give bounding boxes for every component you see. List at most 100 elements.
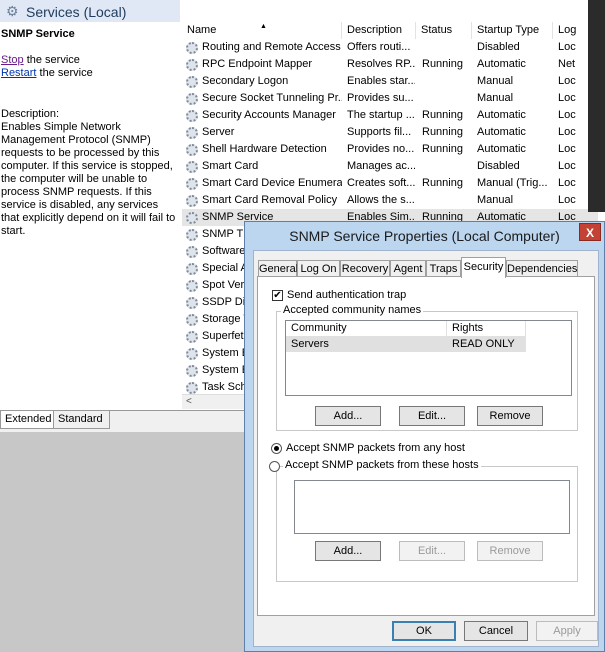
column-name[interactable]: Name ▲ [182, 22, 342, 39]
service-gear-icon [186, 365, 198, 377]
service-gear-icon [186, 161, 198, 173]
restart-line: Restart the service [1, 67, 180, 80]
community-add-button[interactable]: Add... [315, 406, 381, 426]
service-gear-icon [186, 42, 198, 54]
security-tab-panel: ✔ Send authentication trap Accepted comm… [257, 276, 595, 616]
services-gear-icon: ⚙ [6, 3, 19, 19]
stop-service-link[interactable]: Stop [1, 54, 24, 66]
service-details-pane: SNMP Service Stop the service Restart th… [0, 22, 180, 410]
service-startup-cell: Automatic [477, 109, 526, 121]
tab-general[interactable]: General [258, 260, 298, 277]
column-description[interactable]: Description [342, 22, 416, 39]
service-row[interactable]: Secure Socket Tunneling Pr... Provides su… [182, 90, 598, 107]
services-header: ⚙ Services (Local) [0, 0, 180, 22]
description-text: Enables Simple Network Management Protoc… [1, 121, 176, 237]
service-description-cell: The startup ... [347, 109, 415, 121]
community-edit-button[interactable]: Edit... [399, 406, 465, 426]
tab-standard[interactable]: Standard [54, 411, 110, 429]
community-row[interactable]: Servers READ ONLY [286, 337, 526, 352]
service-startup-cell: Automatic [477, 143, 526, 155]
horizontal-scrollbar[interactable]: < [182, 394, 244, 409]
tab-agent[interactable]: Agent [390, 260, 426, 277]
service-gear-icon [186, 314, 198, 326]
scroll-left-icon[interactable]: < [186, 396, 192, 407]
restart-suffix: the service [36, 67, 93, 79]
service-name-cell: Smart Card Device Enumera... [202, 177, 342, 189]
service-row[interactable]: Routing and Remote Access Offers routi...… [182, 39, 598, 56]
service-gear-icon [186, 93, 198, 105]
service-row[interactable]: Smart Card Removal Policy Allows the s...… [182, 192, 598, 209]
service-row[interactable]: RPC Endpoint Mapper Resolves RP... Running… [182, 56, 598, 73]
hosts-remove-button[interactable]: Remove [477, 541, 543, 561]
service-name-cell: Smart Card Removal Policy [202, 194, 338, 206]
community-group-label: Accepted community names [281, 304, 424, 316]
service-startup-cell: Manual (Trig... [477, 177, 548, 189]
services-header-title: Services (Local) [26, 4, 127, 20]
service-name-cell: Routing and Remote Access [202, 41, 341, 53]
service-gear-icon [186, 348, 198, 360]
service-startup-cell: Disabled [477, 41, 520, 53]
community-list[interactable]: Community Rights Servers READ ONLY [285, 320, 572, 396]
service-gear-icon [186, 229, 198, 241]
service-status-cell: Running [422, 126, 463, 138]
these-hosts-radio[interactable] [269, 461, 280, 472]
service-startup-cell: Manual [477, 194, 514, 206]
selected-service-name: SNMP Service [1, 28, 75, 40]
service-gear-icon [186, 110, 198, 122]
service-name-cell: Shell Hardware Detection [202, 143, 327, 155]
restart-service-link[interactable]: Restart [1, 67, 36, 79]
tab-extended[interactable]: Extended [0, 411, 54, 429]
service-startup-cell: Disabled [477, 160, 520, 172]
view-tabs: Extended Standard [0, 410, 245, 432]
send-auth-trap-checkbox[interactable]: ✔ [272, 290, 283, 301]
stop-suffix: the service [23, 54, 80, 66]
service-startup-cell: Manual [477, 92, 514, 104]
community-name: Servers [291, 338, 329, 350]
service-description-cell: Manages ac... [347, 160, 415, 172]
cancel-button[interactable]: Cancel [464, 621, 528, 641]
column-status[interactable]: Status [416, 22, 472, 39]
tab-log-on[interactable]: Log On [297, 260, 340, 277]
service-description-cell: Enables star... [347, 75, 415, 87]
apply-button[interactable]: Apply [536, 621, 598, 641]
service-name-cell: Secondary Logon [202, 75, 289, 87]
service-status-cell: Running [422, 177, 463, 189]
community-column[interactable]: Community [286, 321, 447, 337]
service-gear-icon [186, 76, 198, 88]
service-row[interactable]: Secondary Logon Enables star... Manual Loc [182, 73, 598, 90]
rights-column[interactable]: Rights [447, 321, 526, 337]
ok-button[interactable]: OK [392, 621, 456, 641]
hosts-edit-button[interactable]: Edit... [399, 541, 465, 561]
tab-traps[interactable]: Traps [426, 260, 461, 277]
tab-security[interactable]: Security [461, 257, 506, 278]
service-gear-icon [186, 212, 198, 224]
service-startup-cell: Manual [477, 75, 514, 87]
service-description-cell: Supports fil... [347, 126, 412, 138]
service-row[interactable]: Security Accounts Manager The startup ...… [182, 107, 598, 124]
service-gear-icon [186, 127, 198, 139]
service-name-cell: Smart Card [202, 160, 259, 172]
hosts-group: Accept SNMP packets from these hosts Add… [269, 459, 578, 582]
snmp-properties-dialog: SNMP Service Properties (Local Computer)… [244, 221, 605, 652]
service-name-cell: Secure Socket Tunneling Pr... [202, 92, 342, 104]
service-row[interactable]: Server Supports fil... Running Automatic Loc [182, 124, 598, 141]
service-gear-icon [186, 59, 198, 71]
window-edge [588, 0, 605, 212]
hosts-list[interactable] [294, 480, 570, 534]
community-remove-button[interactable]: Remove [477, 406, 543, 426]
close-button[interactable]: X [579, 223, 601, 241]
hosts-add-button[interactable]: Add... [315, 541, 381, 561]
any-host-label: Accept SNMP packets from any host [286, 442, 465, 454]
column-startup-type[interactable]: Startup Type [472, 22, 553, 39]
column-name-label: Name [187, 24, 217, 36]
service-row[interactable]: Shell Hardware Detection Provides no... Ru… [182, 141, 598, 158]
service-row[interactable]: Smart Card Manages ac... Disabled Loc [182, 158, 598, 175]
service-row[interactable]: Smart Card Device Enumera... Creates soft… [182, 175, 598, 192]
service-description-cell: Offers routi... [347, 41, 411, 53]
service-status-cell: Running [422, 58, 463, 70]
tab-dependencies[interactable]: Dependencies [506, 260, 578, 277]
community-rights: READ ONLY [452, 338, 515, 350]
tab-recovery[interactable]: Recovery [340, 260, 390, 277]
service-description-cell: Provides su... [347, 92, 414, 104]
any-host-radio[interactable] [271, 443, 282, 454]
